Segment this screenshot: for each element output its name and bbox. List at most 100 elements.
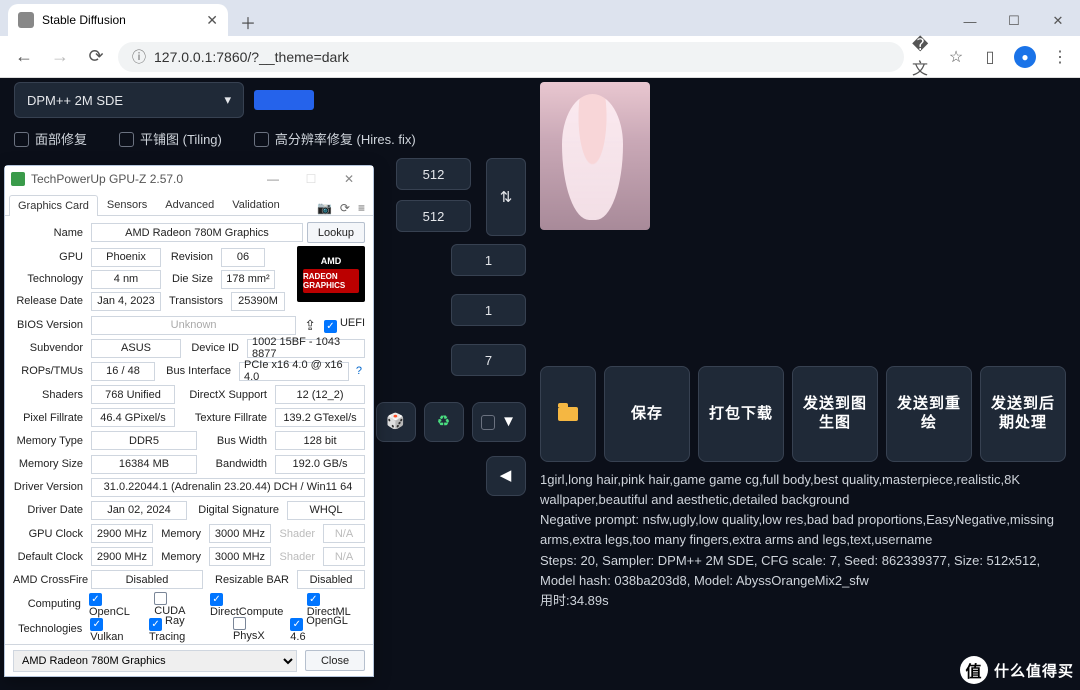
physx-checkbox[interactable]: PhysX <box>233 617 280 642</box>
gpuz-maximize-button: ☐ <box>293 168 329 190</box>
forward-button[interactable]: → <box>46 43 74 71</box>
window-maximize-button[interactable]: ☐ <box>992 6 1036 36</box>
lbl-pfill: Pixel Fillrate <box>13 412 87 424</box>
gpuz-window[interactable]: TechPowerUp GPU-Z 2.57.0 — ☐ ✕ Graphics … <box>4 165 374 677</box>
val-rev: 06 <box>221 248 265 267</box>
lbl-rev: Revision <box>165 251 217 263</box>
window-minimize-button[interactable]: — <box>948 6 992 36</box>
pack-download-button[interactable]: 打包下载 <box>698 366 784 462</box>
val-die: 178 mm² <box>221 270 275 289</box>
val-band: 192.0 GB/s <box>275 455 365 474</box>
profile-avatar[interactable]: ● <box>1014 46 1036 68</box>
tab-validation[interactable]: Validation <box>223 194 289 215</box>
reader-icon[interactable]: ▯ <box>980 47 1000 67</box>
hires-fix-checkbox[interactable]: 高分辨率修复 (Hires. fix) <box>254 129 416 148</box>
gpuz-close-btn[interactable]: Close <box>305 650 365 671</box>
translate-icon[interactable]: �文 <box>912 47 932 67</box>
lbl-drv: Driver Version <box>13 481 87 493</box>
new-tab-button[interactable]: ＋ <box>234 8 262 36</box>
val-rbar: Disabled <box>297 570 365 589</box>
dice-button[interactable]: 🎲 <box>376 402 416 442</box>
output-image-thumbnail[interactable] <box>540 82 650 230</box>
save-button[interactable]: 保存 <box>604 366 690 462</box>
uefi-checkbox[interactable]: UEFI <box>324 317 365 333</box>
reload-button[interactable]: ⟳ <box>82 43 110 71</box>
send-to-inpaint-button[interactable]: 发送到重绘 <box>886 366 972 462</box>
val-dev: 1002 15BF - 1043 8877 <box>247 339 365 358</box>
cuda-checkbox[interactable]: CUDA <box>154 592 200 617</box>
directml-checkbox[interactable]: DirectML <box>307 590 365 618</box>
collapse-button[interactable]: ◀ <box>486 456 526 496</box>
gpu-select[interactable]: AMD Radeon 780M Graphics <box>13 650 297 672</box>
lbl-shaders: Shaders <box>13 389 87 401</box>
face-restore-checkbox[interactable]: 面部修复 <box>14 129 87 148</box>
lbl-dclk: Default Clock <box>13 551 87 563</box>
tab-graphics-card[interactable]: Graphics Card <box>9 195 98 216</box>
lbl-sh1: Shader <box>275 528 319 540</box>
swap-dimensions-button[interactable]: ⇅ <box>486 158 526 236</box>
window-close-button[interactable]: ✕ <box>1036 6 1080 36</box>
val-msize: 16384 MB <box>91 455 197 474</box>
close-tab-icon[interactable]: ✕ <box>206 12 218 29</box>
address-bar[interactable]: ⓘ 127.0.0.1:7860/?__theme=dark <box>118 42 904 72</box>
send-to-img2img-button[interactable]: 发送到图生图 <box>792 366 878 462</box>
width-input[interactable]: 512 <box>396 158 471 190</box>
share-icon[interactable]: ⇪ <box>300 317 320 334</box>
lbl-msize: Memory Size <box>13 458 87 470</box>
cfg-input[interactable]: 7 <box>451 344 526 376</box>
val-dclk: 2900 MHz <box>91 547 153 566</box>
extra-toggle[interactable]: ▼ <box>472 402 526 442</box>
val-trans: 25390M <box>231 292 285 311</box>
sampler-select[interactable]: DPM++ 2M SDE ▾ <box>14 82 244 118</box>
height-input[interactable]: 512 <box>396 200 471 232</box>
watermark: 值 什么值得买 <box>960 656 1074 684</box>
val-dmclk: 3000 MHz <box>209 547 271 566</box>
opengl-checkbox[interactable]: OpenGL 4.6 <box>290 615 365 643</box>
lbl-tech: Technology <box>13 273 87 285</box>
directcompute-checkbox[interactable]: DirectCompute <box>210 590 297 618</box>
menu-icon[interactable]: ⋮ <box>1050 47 1070 67</box>
tab-sensors[interactable]: Sensors <box>98 194 156 215</box>
val-name: AMD Radeon 780M Graphics <box>91 223 303 242</box>
refresh-icon[interactable]: ⟳ <box>340 201 350 215</box>
back-button[interactable]: ← <box>10 43 38 71</box>
lbl-rel: Release Date <box>13 295 87 307</box>
site-info-icon[interactable]: ⓘ <box>132 47 146 67</box>
tab-advanced[interactable]: Advanced <box>156 194 223 215</box>
val-gpu: Phoenix <box>91 248 161 267</box>
vulkan-checkbox[interactable]: Vulkan <box>90 615 139 643</box>
open-folder-button[interactable] <box>540 366 596 462</box>
hamburger-icon[interactable]: ≡ <box>358 201 365 215</box>
watermark-text: 什么值得买 <box>994 660 1074 681</box>
lbl-mem: Memory Type <box>13 435 87 447</box>
prompt-text: 1girl,long hair,pink hair,game game cg,f… <box>540 470 1066 510</box>
bus-help-icon[interactable]: ? <box>353 365 365 377</box>
val-ddate: Jan 02, 2024 <box>91 501 187 520</box>
lbl-dsig: Digital Signature <box>191 504 283 516</box>
gpuz-titlebar[interactable]: TechPowerUp GPU-Z 2.57.0 — ☐ ✕ <box>5 166 373 192</box>
val-sh1: N/A <box>323 524 365 543</box>
gpuz-minimize-button[interactable]: — <box>255 168 291 190</box>
browser-tab[interactable]: Stable Diffusion ✕ <box>8 4 228 36</box>
gpuz-close-button[interactable]: ✕ <box>331 168 367 190</box>
lbl-bios: BIOS Version <box>13 319 87 331</box>
lbl-bw: Bus Width <box>201 435 271 447</box>
val-tech: 4 nm <box>91 270 161 289</box>
val-drv: 31.0.22044.1 (Adrenalin 23.20.44) DCH / … <box>91 478 365 497</box>
opencl-checkbox[interactable]: OpenCL <box>89 590 144 618</box>
send-to-extras-button[interactable]: 发送到后期处理 <box>980 366 1066 462</box>
tiling-checkbox[interactable]: 平铺图 (Tiling) <box>119 129 222 148</box>
raytracing-checkbox[interactable]: Ray Tracing <box>149 615 223 643</box>
lbl-gpu: GPU <box>13 251 87 263</box>
recycle-button[interactable]: ♻ <box>424 402 464 442</box>
batch-count-input[interactable]: 1 <box>451 244 526 276</box>
val-pfill: 46.4 GPixel/s <box>91 408 175 427</box>
url-text: 127.0.0.1:7860/?__theme=dark <box>154 49 349 65</box>
val-dsig: WHQL <box>287 501 365 520</box>
batch-size-input[interactable]: 1 <box>451 294 526 326</box>
lookup-button[interactable]: Lookup <box>307 222 365 243</box>
chevron-down-icon: ▾ <box>224 92 231 108</box>
val-mem: DDR5 <box>91 431 197 450</box>
bookmark-icon[interactable]: ☆ <box>946 47 966 67</box>
screenshot-icon[interactable]: 📷 <box>317 201 332 215</box>
